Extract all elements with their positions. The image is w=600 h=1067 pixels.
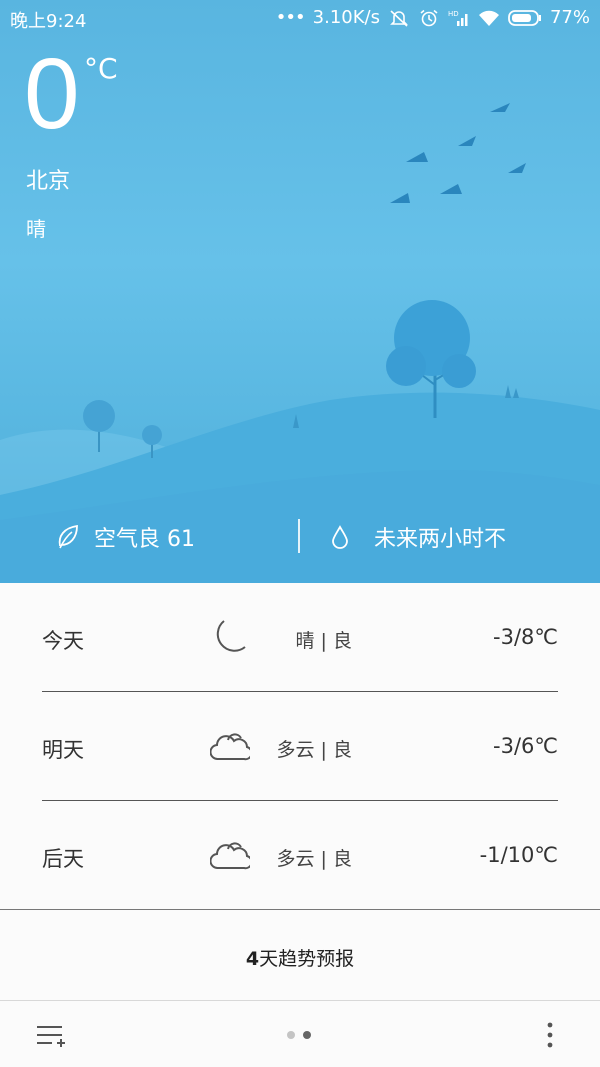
trend-forecast-label: 4天趋势预报 <box>0 944 600 971</box>
day-label: 明天 <box>42 738 84 762</box>
trend-text: 天趋势预报 <box>259 948 355 970</box>
current-temperature: 0 <box>24 38 80 150</box>
strip-divider <box>298 519 300 553</box>
weather-hero: 晚上9:24 ••• 3.10K/s HD 77% 0 °C 北京 晴 空气良 … <box>0 0 600 583</box>
more-options-icon[interactable] <box>542 1021 558 1051</box>
status-icons: ••• 3.10K/s HD 77% <box>276 7 590 28</box>
landscape-illustration <box>0 103 600 583</box>
cloud-icon <box>210 842 250 870</box>
raindrop-icon <box>332 525 348 549</box>
daily-row-tomorrow[interactable]: 明天 多云 | 良 -3/6℃ <box>0 692 600 801</box>
hd-label: HD <box>448 10 459 18</box>
temperature-unit: °C <box>84 52 118 85</box>
page-dot <box>287 1031 295 1039</box>
day-label: 后天 <box>42 847 84 871</box>
day-temp-range: -1/10℃ <box>479 843 558 867</box>
signal-hd-icon: HD <box>448 10 468 26</box>
bottom-bar <box>0 1001 600 1067</box>
wifi-icon <box>478 10 499 26</box>
page-dot-active <box>303 1031 311 1039</box>
air-quality[interactable]: 空气良 61 <box>56 521 195 553</box>
daily-row-today[interactable]: 今天 晴 | 良 -3/8℃ <box>0 583 600 692</box>
mute-icon <box>390 9 408 27</box>
info-strip: 空气良 61 未来两小时不 <box>0 515 600 559</box>
page-indicator <box>287 1031 311 1039</box>
daily-row-day-after[interactable]: 后天 多云 | 良 -1/10℃ <box>0 801 600 910</box>
current-condition: 晴 <box>26 217 46 241</box>
leaf-icon <box>58 524 78 549</box>
battery-percent: 77% <box>549 7 590 28</box>
alarm-icon <box>420 9 438 26</box>
day-temp-range: -3/6℃ <box>493 734 558 758</box>
cloud-icon <box>210 733 250 761</box>
moon-icon <box>216 620 246 652</box>
rain-forecast-label: 未来两小时不 <box>374 527 507 552</box>
trend-days: 4 <box>245 948 260 970</box>
day-condition: 晴 | 良 <box>295 630 352 652</box>
battery-icon <box>508 9 541 26</box>
day-condition: 多云 | 良 <box>276 848 352 870</box>
day-temp-range: -3/8℃ <box>493 625 558 649</box>
air-quality-label: 空气良 61 <box>94 527 195 552</box>
trend-forecast-button[interactable]: 4天趋势预报 <box>0 909 600 1001</box>
rain-forecast[interactable]: 未来两小时不 <box>330 521 600 553</box>
day-condition: 多云 | 良 <box>276 739 352 761</box>
city-name[interactable]: 北京 <box>26 163 70 195</box>
daily-forecast-list: 今天 晴 | 良 -3/8℃ 明天 多云 | 良 -3/6℃ 后天 多云 | 良… <box>0 583 600 910</box>
status-time: 晚上9:24 <box>10 11 87 32</box>
status-bar: 晚上9:24 ••• 3.10K/s HD 77% <box>0 0 600 36</box>
more-notifications-indicator: ••• <box>275 7 306 28</box>
network-speed: 3.10K/s <box>312 7 380 28</box>
day-label: 今天 <box>42 629 84 653</box>
city-list-add-icon[interactable] <box>36 1021 66 1051</box>
